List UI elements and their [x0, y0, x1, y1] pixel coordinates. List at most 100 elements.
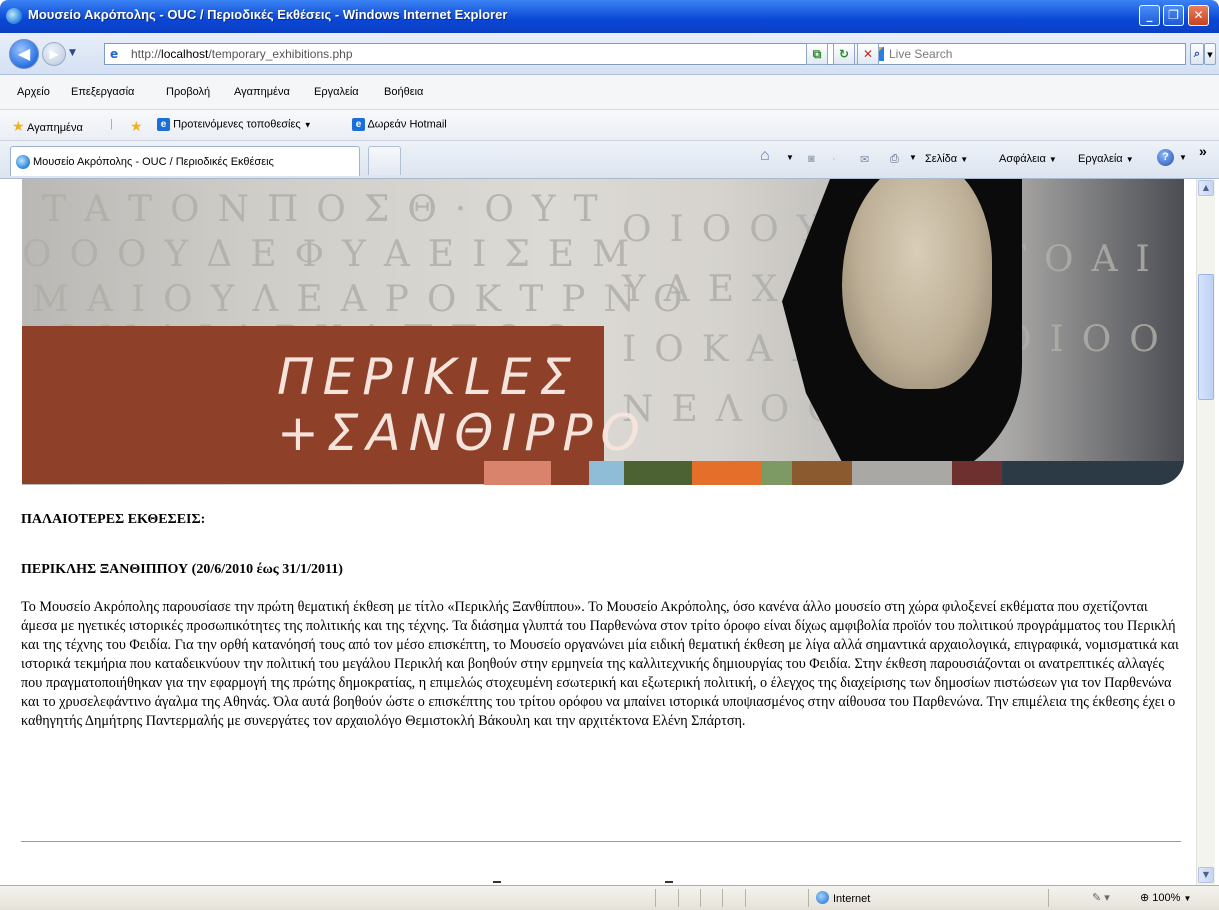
- divider-mark: [665, 881, 673, 883]
- menu-tools[interactable]: Εργαλεία: [314, 86, 359, 98]
- tab-active[interactable]: Μουσείο Ακρόπολης - OUC / Περιοδικές Εκθ…: [10, 146, 360, 176]
- inscription-texture: ΜΑΙΟΥΛΕΑΡΟΚΤΡΝΟ: [32, 279, 701, 320]
- new-tab-button[interactable]: [368, 146, 401, 175]
- color-strip-segment: [551, 461, 589, 485]
- chevron-down-icon[interactable]: ▼: [1179, 153, 1187, 162]
- menu-favorites[interactable]: Αγαπημένα: [234, 86, 290, 98]
- back-button[interactable]: ◀: [9, 39, 39, 69]
- minimize-button[interactable]: _: [1139, 5, 1160, 26]
- safety-menu[interactable]: Ασφάλεια ▼: [999, 153, 1057, 165]
- add-favorite-star-icon: ★: [130, 118, 143, 134]
- menu-edit[interactable]: Επεξεργασία: [71, 86, 134, 98]
- divider-mark: [493, 881, 501, 883]
- status-separator: [700, 889, 701, 907]
- color-strip-segment: [762, 461, 792, 485]
- banner-title: ΠΕΡΙΚLΕΣ +ΣΑΝΘΙΡΡΟ: [277, 348, 648, 462]
- inscription-texture: ΟΙΟΟ: [1002, 319, 1177, 360]
- read-mail-icon[interactable]: ✉: [860, 153, 869, 166]
- ie-page-icon: e: [157, 118, 170, 131]
- inscription-texture: ΤΑΤΟΝΠΟΣΘ·ΟΥΤ: [42, 189, 616, 230]
- search-input[interactable]: Live Search: [864, 43, 1186, 65]
- stop-icon: ✕: [862, 47, 874, 61]
- star-icon: ★: [12, 118, 25, 134]
- maximize-button[interactable]: ❐: [1163, 5, 1184, 26]
- hotmail-link[interactable]: e Δωρεάν Hotmail: [352, 118, 447, 131]
- status-bar: Internet ✎ ▾ ⊕ 100% ▼: [0, 885, 1219, 910]
- divider: [21, 841, 1181, 842]
- color-strip-segment: [624, 461, 692, 485]
- compat-view-button[interactable]: ⧉: [806, 43, 828, 65]
- favorites-bar: ★ Αγαπημένα | ★ e Προτεινόμενες τοποθεσί…: [0, 110, 1219, 141]
- menu-bar: Αρχείο Επεξεργασία Προβολή Αγαπημένα Εργ…: [0, 75, 1219, 110]
- menu-file[interactable]: Αρχείο: [17, 86, 50, 98]
- inscription-texture: ΟΟΟΥΔΕΦΥΑΕΙΣΕΜ: [22, 234, 647, 275]
- add-favorite-button[interactable]: ★: [130, 118, 143, 135]
- search-placeholder: Live Search: [889, 47, 953, 61]
- home-icon[interactable]: ⌂: [760, 147, 770, 165]
- separator-icon: ·: [832, 153, 836, 165]
- status-separator: [808, 889, 809, 907]
- status-separator: [722, 889, 723, 907]
- menu-help[interactable]: Βοήθεια: [384, 86, 423, 98]
- vertical-scrollbar[interactable]: ▲ ▼: [1196, 179, 1215, 885]
- feeds-icon[interactable]: ◙: [808, 153, 815, 165]
- address-input[interactable]: e http://localhost/temporary_exhibitions…: [104, 43, 835, 65]
- title-bar: Μουσείο Ακρόπολης - OUC / Περιοδικές Εκθ…: [0, 0, 1219, 33]
- tools-menu[interactable]: Εργαλεία ▼: [1078, 153, 1134, 165]
- menu-view[interactable]: Προβολή: [166, 86, 210, 98]
- forward-arrow-icon: ▶: [49, 47, 59, 61]
- protected-mode-icon[interactable]: ✎ ▾: [1092, 891, 1110, 904]
- status-separator: [678, 889, 679, 907]
- tab-row: Μουσείο Ακρόπολης - OUC / Περιοδικές Εκθ…: [0, 141, 1219, 179]
- color-strip-segment: [1002, 461, 1184, 485]
- status-separator: [655, 889, 656, 907]
- status-separator: [745, 889, 746, 907]
- exhibition-heading: ΠΕΡΙΚΛΗΣ ΞΑΝΘΙΠΠΟΥ (20/6/2010 έως 31/1/2…: [21, 562, 343, 577]
- ie-page-icon: e: [352, 118, 365, 131]
- scroll-down-icon[interactable]: ▼: [1198, 867, 1214, 883]
- color-strip-segment: [852, 461, 952, 485]
- suggested-sites-link[interactable]: e Προτεινόμενες τοποθεσίες ▼: [157, 118, 312, 131]
- help-icon[interactable]: ?: [1157, 149, 1174, 166]
- refresh-button[interactable]: ↻: [833, 43, 855, 65]
- chevron-down-icon[interactable]: ▼: [786, 153, 794, 162]
- color-strip-segment: [792, 461, 852, 485]
- globe-icon: [816, 891, 829, 904]
- forward-button[interactable]: ▶: [42, 42, 66, 66]
- color-strip-segment: [952, 461, 1002, 485]
- page-icon: e: [110, 47, 119, 61]
- chevron-down-icon[interactable]: ▼: [909, 153, 917, 162]
- color-strip-segment: [484, 461, 551, 485]
- zoom-level[interactable]: ⊕ 100% ▼: [1140, 891, 1191, 904]
- chevron-down-icon: ▼: [1207, 51, 1213, 59]
- color-strip-segment: [692, 461, 762, 485]
- back-arrow-icon: ◀: [17, 44, 31, 63]
- tab-title: Μουσείο Ακρόπολης - OUC / Περιοδικές Εκθ…: [33, 156, 274, 168]
- search-options-button[interactable]: ▼: [1204, 43, 1216, 65]
- exhibition-description: Το Μουσείο Ακρόπολης παρουσίασε την πρώτ…: [21, 599, 1179, 729]
- address-toolbar: ◀ ▶ ▼ e http://localhost/temporary_exhib…: [0, 33, 1219, 75]
- compat-view-icon: ⧉: [812, 47, 822, 61]
- scroll-up-icon[interactable]: ▲: [1198, 180, 1214, 196]
- address-url: http://localhost/temporary_exhibitions.p…: [131, 47, 353, 61]
- refresh-icon: ↻: [838, 47, 850, 61]
- page-menu[interactable]: Σελίδα ▼: [925, 153, 968, 165]
- scrollbar-thumb[interactable]: [1198, 274, 1214, 400]
- search-button[interactable]: ⌕: [1190, 43, 1204, 65]
- window-title: Μουσείο Ακρόπολης - OUC / Περιοδικές Εκθ…: [28, 7, 508, 22]
- toolbar-separator: |: [110, 118, 113, 130]
- exhibition-banner: ΤΑΤΟΝΠΟΣΘ·ΟΥΤ ΟΟΟΥΔΕΦΥΑΕΙΣΕΜ ΜΑΙΟΥΛΕΑΡΟΚ…: [22, 179, 1184, 485]
- recent-pages-dropdown-icon[interactable]: ▼: [69, 48, 76, 58]
- favorites-button[interactable]: ★ Αγαπημένα: [12, 118, 83, 135]
- magnifier-icon: ⌕: [1193, 47, 1201, 60]
- stop-button[interactable]: ✕: [857, 43, 879, 65]
- inscription-texture: ΤΟΑΙ: [1002, 239, 1168, 280]
- security-zone[interactable]: Internet: [816, 891, 870, 905]
- print-icon[interactable]: ⎙: [890, 153, 899, 166]
- toolbar-overflow-button[interactable]: »: [1199, 143, 1207, 159]
- ie-logo-icon: [6, 8, 22, 24]
- color-strip-segment: [589, 461, 624, 485]
- ie-tab-icon: [16, 155, 30, 169]
- page-viewport: ΤΑΤΟΝΠΟΣΘ·ΟΥΤ ΟΟΟΥΔΕΦΥΑΕΙΣΕΜ ΜΑΙΟΥΛΕΑΡΟΚ…: [8, 179, 1196, 885]
- close-button[interactable]: ✕: [1188, 5, 1209, 26]
